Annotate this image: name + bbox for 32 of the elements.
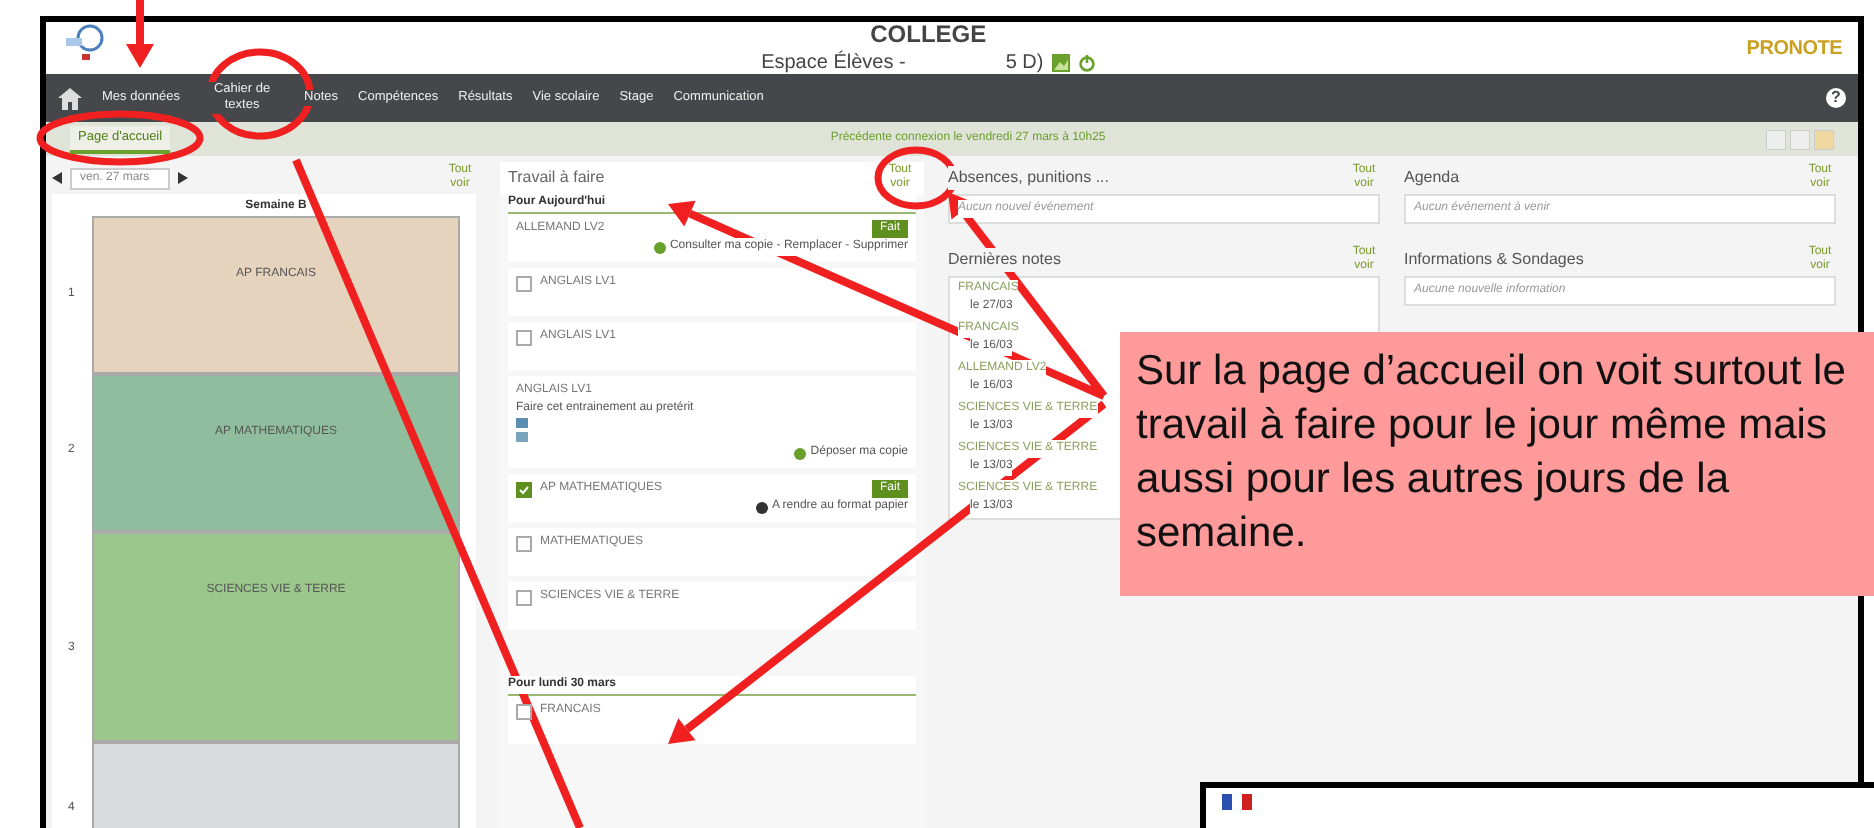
edit-icon[interactable] [1814,129,1835,149]
lesson-block[interactable] [92,741,460,828]
panel-title: Travail à faire [508,166,605,190]
check-icon [518,483,530,495]
panel-title: Absences, punitions ... [948,166,1109,190]
checkbox[interactable] [516,275,532,291]
action-icon [794,447,807,459]
class-label: 5 D) [1005,50,1044,78]
action-icon [755,501,768,513]
next-day-icon[interactable] [178,172,188,184]
space-title: Espace Élèves - [761,51,906,75]
annotation-arrow [126,0,154,68]
checkbox[interactable] [516,535,532,551]
checkbox[interactable] [516,703,532,719]
save-icon[interactable] [1766,129,1787,149]
home-icon[interactable] [58,87,82,109]
flag-icon [1222,794,1254,810]
action-icon [653,241,666,253]
photo-icon[interactable] [1051,54,1070,72]
print-icon[interactable] [1790,129,1811,149]
callout-text: Sur la page d’accueil on voit surtout le travail à faire pour le jour même mais aussi pour les autres jours de la semaine. [1136,346,1848,560]
help-button[interactable]: ? [1826,88,1846,108]
power-icon[interactable] [1077,54,1096,72]
checkbox[interactable] [516,329,532,345]
school-name: COLLEGE [870,22,987,48]
panel-title: Dernières notes [948,248,1061,272]
panel-title: Agenda [1404,166,1460,190]
checkbox[interactable] [516,481,532,497]
panel-title: Informations & Sondages [1404,248,1584,272]
checkbox[interactable] [516,589,532,605]
attachment-icon [516,418,528,444]
pronote-logo: PRONOTE [1746,36,1842,64]
